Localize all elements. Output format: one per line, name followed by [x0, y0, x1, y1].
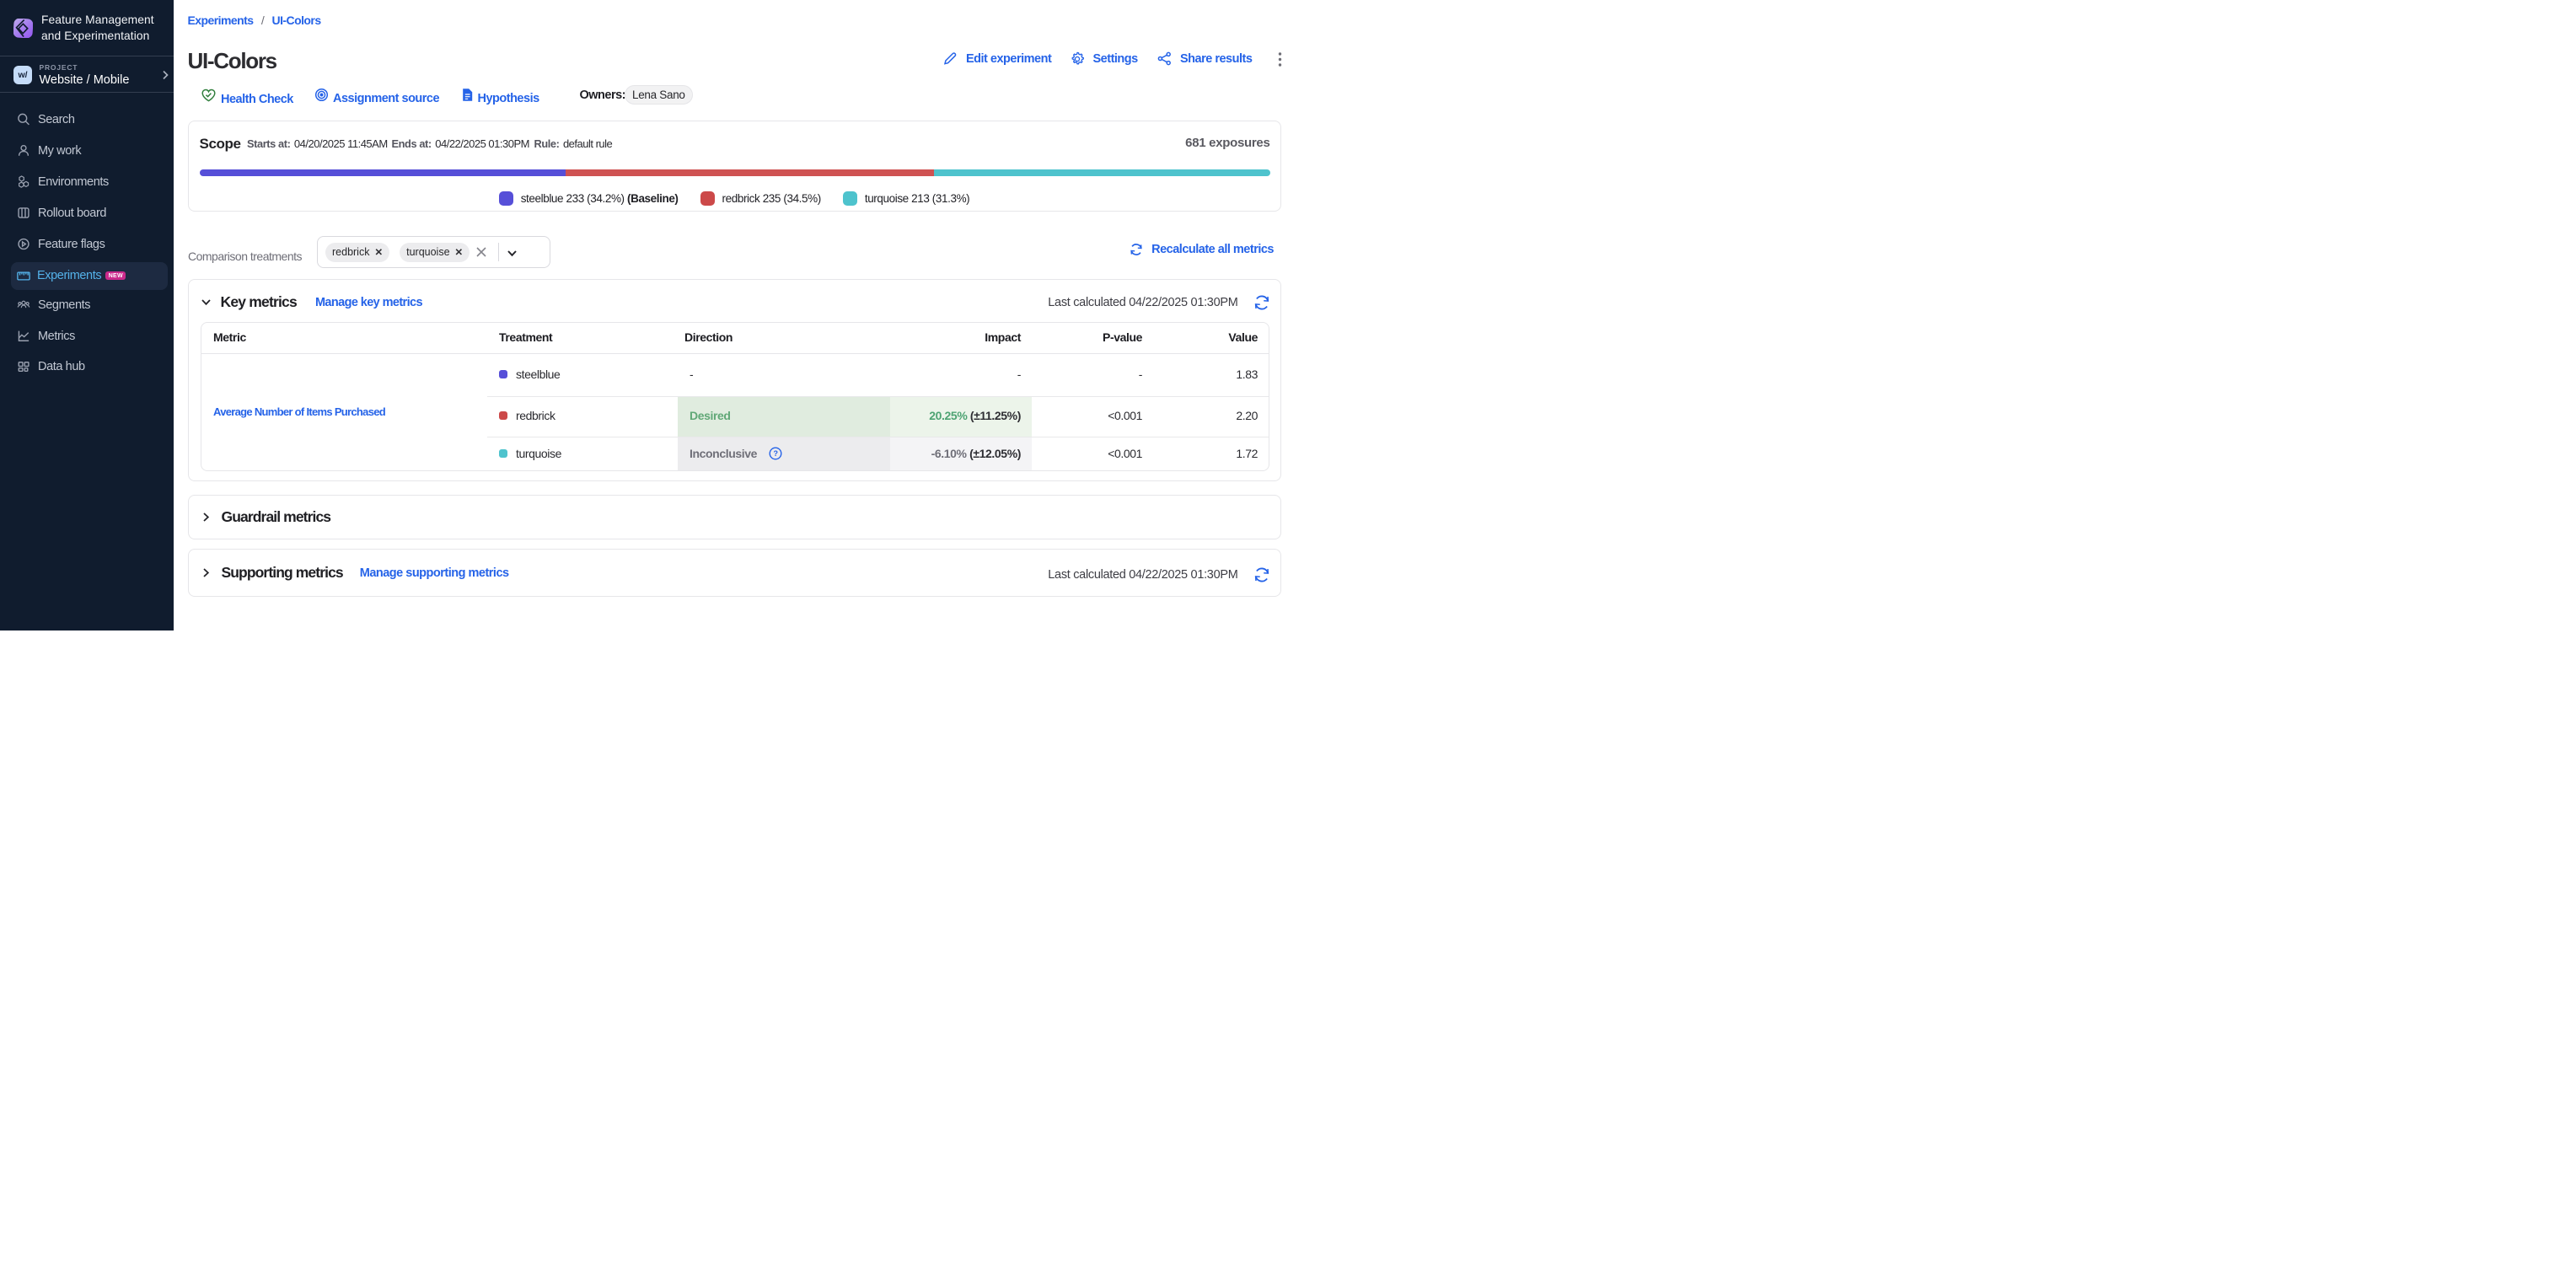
svg-text:?: ?	[773, 449, 777, 458]
